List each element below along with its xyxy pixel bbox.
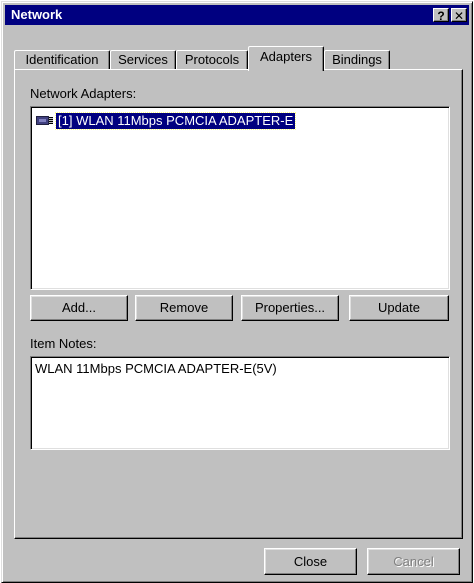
help-icon: ? (437, 9, 445, 23)
cancel-button: Cancel (367, 548, 460, 575)
list-item[interactable]: [1] WLAN 11Mbps PCMCIA ADAPTER-E (36, 111, 297, 130)
title-bar[interactable]: Network ? ✕ (5, 5, 469, 25)
tab-protocols[interactable]: Protocols (176, 50, 248, 70)
close-button[interactable]: Close (264, 548, 357, 575)
item-notes-label: Item Notes: (30, 336, 97, 351)
tab-label: Identification (25, 52, 99, 67)
network-adapters-list[interactable]: [1] WLAN 11Mbps PCMCIA ADAPTER-E (30, 106, 450, 290)
title-close-button[interactable]: ✕ (451, 8, 467, 23)
close-icon: ✕ (453, 9, 465, 23)
tab-services[interactable]: Services (110, 50, 176, 70)
remove-button[interactable]: Remove (135, 295, 233, 321)
tab-panel-adapters: Network Adapters: [1] WLAN 11Mbps PCMCIA… (14, 69, 463, 539)
add-button[interactable]: Add... (30, 295, 128, 321)
item-notes-box: WLAN 11Mbps PCMCIA ADAPTER-E(5V) (30, 356, 450, 450)
adapter-item-label: [1] WLAN 11Mbps PCMCIA ADAPTER-E (54, 111, 297, 130)
window-title: Network (11, 7, 63, 22)
tab-label: Services (118, 52, 168, 67)
item-notes-text: WLAN 11Mbps PCMCIA ADAPTER-E(5V) (35, 361, 277, 376)
tab-identification[interactable]: Identification (14, 50, 110, 70)
tab-label: Protocols (184, 52, 240, 67)
tab-label: Adapters (259, 49, 313, 64)
network-dialog: Network ? ✕ Identification Services Prot… (1, 1, 473, 583)
tab-adapters[interactable]: Adapters (248, 46, 324, 71)
network-adapter-icon (36, 114, 54, 128)
help-button[interactable]: ? (433, 8, 449, 23)
update-button[interactable]: Update (349, 295, 449, 321)
tab-bindings[interactable]: Bindings (324, 50, 390, 70)
properties-button[interactable]: Properties... (241, 295, 339, 321)
tab-label: Bindings (332, 52, 382, 67)
network-adapters-label: Network Adapters: (30, 86, 137, 101)
